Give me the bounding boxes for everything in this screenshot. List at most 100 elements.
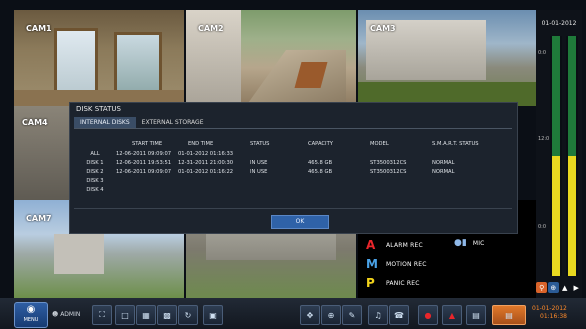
quad-view-icon: ▦	[142, 310, 150, 320]
legend-motion: M MOTION REC	[366, 257, 427, 271]
freeze-icon: ✎	[348, 310, 356, 320]
legend-panic: P PANIC REC	[366, 276, 420, 290]
user-label: ADMIN	[60, 311, 81, 318]
sequence-button[interactable]: ↻	[178, 305, 198, 325]
cell-end: 12-31-2011 21:00:30	[178, 159, 234, 166]
zoom-icon: ⊕	[327, 310, 335, 320]
header-model: MODEL	[370, 141, 389, 147]
ok-button[interactable]: OK	[271, 215, 329, 229]
cell-start: 12-06-2011 19:53:51	[116, 159, 172, 166]
camera-tile-1[interactable]: CAM1	[14, 10, 184, 106]
timeline-label: 0:0	[538, 50, 547, 56]
camera-tile-3[interactable]: CAM3	[358, 10, 536, 106]
split-1-button[interactable]: □	[115, 305, 135, 325]
cell-capacity: 465.8 GB	[308, 159, 333, 166]
timeline-label: 12:0	[538, 136, 550, 142]
split-4-button[interactable]: ▦	[136, 305, 156, 325]
fullscreen-icon: ⛶	[99, 310, 105, 319]
eye-icon: ◉	[26, 304, 36, 315]
camera-tile-4[interactable]: CAM4	[14, 106, 70, 202]
camera-label: CAM2	[198, 24, 224, 33]
disk-table: START TIME END TIME STATUS CAPACITY MODE…	[74, 139, 512, 194]
backup-button[interactable]: ▤	[466, 305, 486, 325]
fullscreen-button[interactable]: ⛶	[92, 305, 112, 325]
search-icon[interactable]: ⚲	[536, 282, 548, 293]
clock-date: 01-01-2012	[532, 305, 567, 312]
camera-label: CAM3	[370, 24, 396, 33]
table-row[interactable]: DISK 4	[74, 185, 512, 194]
panic-button[interactable]: ▲	[442, 305, 462, 325]
cell-start: 12-06-2011 09:09:07	[116, 168, 172, 175]
tab-internal-disks[interactable]: INTERNAL DISKS	[74, 117, 136, 128]
legend-mic-label: MIC	[472, 239, 485, 247]
legend-mic: ●▮ MIC	[454, 238, 485, 248]
freeze-button[interactable]: ✎	[342, 305, 362, 325]
table-row[interactable]: DISK 2 12-06-2011 09:09:07 01-01-2012 01…	[74, 167, 512, 176]
user-icon: ☻	[52, 311, 59, 318]
table-header: START TIME END TIME STATUS CAPACITY MODE…	[74, 139, 512, 149]
timeline-track-2[interactable]	[566, 36, 578, 276]
tab-divider	[74, 128, 512, 129]
cell-capacity: 465.8 GB	[308, 168, 333, 175]
speaker-icon: ♫	[374, 310, 382, 320]
bell-icon: ☎	[394, 310, 404, 320]
hdd-icon: ▤	[505, 310, 513, 320]
legend-alarm: A ALARM REC	[366, 238, 423, 252]
camera-tile-2[interactable]: CAM2	[186, 10, 356, 106]
scene-building	[54, 234, 104, 274]
ptz-button[interactable]: ✥	[300, 305, 320, 325]
legend-panic-label: PANIC REC	[386, 279, 420, 287]
row-label: ALL	[90, 150, 100, 157]
row-label: DISK 1	[86, 159, 104, 166]
audio-button[interactable]: ♫	[368, 305, 388, 325]
header-status: STATUS	[250, 141, 270, 147]
camera-label: CAM4	[22, 118, 48, 127]
up-arrow-icon[interactable]: ▲	[559, 282, 570, 293]
record-segment	[568, 156, 576, 276]
tab-external-storage[interactable]: EXTERNAL STORAGE	[136, 117, 210, 128]
timeline-track-1[interactable]	[550, 36, 562, 276]
table-row[interactable]: DISK 1 12-06-2011 19:53:51 12-31-2011 21…	[74, 158, 512, 167]
table-row[interactable]: DISK 3	[74, 176, 512, 185]
record-button[interactable]: ●	[418, 305, 438, 325]
view-option-button[interactable]: ▣	[203, 305, 223, 325]
zoom-button[interactable]: ⊕	[321, 305, 341, 325]
menu-label: MENU	[23, 317, 39, 323]
motion-icon: M	[366, 257, 378, 271]
taskbar: ◉ MENU ☻ ADMIN ⛶ □ ▦ ▩ ↻ ▣ ✥ ⊕ ✎ ♫ ☎ ● ▲…	[0, 298, 586, 329]
single-view-icon: □	[121, 310, 129, 320]
zoom-icon[interactable]: ⊕	[547, 282, 559, 293]
timeline-panel: 01-01-2012 0:0 12:0 0:0 ⚲ ⊕ ▲ ▶	[536, 10, 582, 298]
legend-alarm-label: ALARM REC	[386, 241, 423, 249]
dialog-title: DISK STATUS	[76, 105, 121, 113]
camera-label: CAM7	[26, 214, 52, 223]
cell-smart: NORMAL	[432, 168, 455, 175]
menu-button[interactable]: ◉ MENU	[14, 302, 48, 328]
header-smart-status: S.M.A.R.T. STATUS	[432, 141, 479, 147]
disk-status-button[interactable]: ▤	[492, 305, 526, 325]
record-segment	[552, 156, 560, 276]
cell-status: IN USE	[250, 159, 268, 166]
right-arrow-icon[interactable]: ▶	[571, 282, 582, 293]
header-start-time: START TIME	[132, 141, 163, 147]
table-row[interactable]: ALL 12-06-2011 09:09:07 01-01-2012 01:16…	[74, 149, 512, 158]
taskbar-clock: 01-01-2012 01:16:38	[532, 305, 567, 321]
split-9-button[interactable]: ▩	[157, 305, 177, 325]
nine-view-icon: ▩	[163, 310, 171, 320]
ptz-icon: ✥	[306, 310, 314, 320]
backup-icon: ▤	[472, 310, 480, 320]
scene-window	[54, 28, 98, 98]
siren-icon: ▲	[448, 310, 456, 320]
disk-status-dialog: DISK STATUS INTERNAL DISKS EXTERNAL STOR…	[69, 102, 518, 234]
cell-end: 01-01-2012 01:16:22	[178, 168, 234, 175]
cell-model: ST3500312CS	[370, 168, 407, 175]
scene-window	[114, 32, 162, 98]
alarm-button[interactable]: ☎	[389, 305, 409, 325]
user-indicator: ☻ ADMIN	[52, 311, 80, 318]
timeline-controls: ⚲ ⊕ ▲ ▶	[536, 282, 582, 293]
header-end-time: END TIME	[188, 141, 214, 147]
header-capacity: CAPACITY	[308, 141, 333, 147]
camera-label: CAM1	[26, 24, 52, 33]
record-icon: ●	[424, 310, 432, 320]
cell-model: ST3500312CS	[370, 159, 407, 166]
